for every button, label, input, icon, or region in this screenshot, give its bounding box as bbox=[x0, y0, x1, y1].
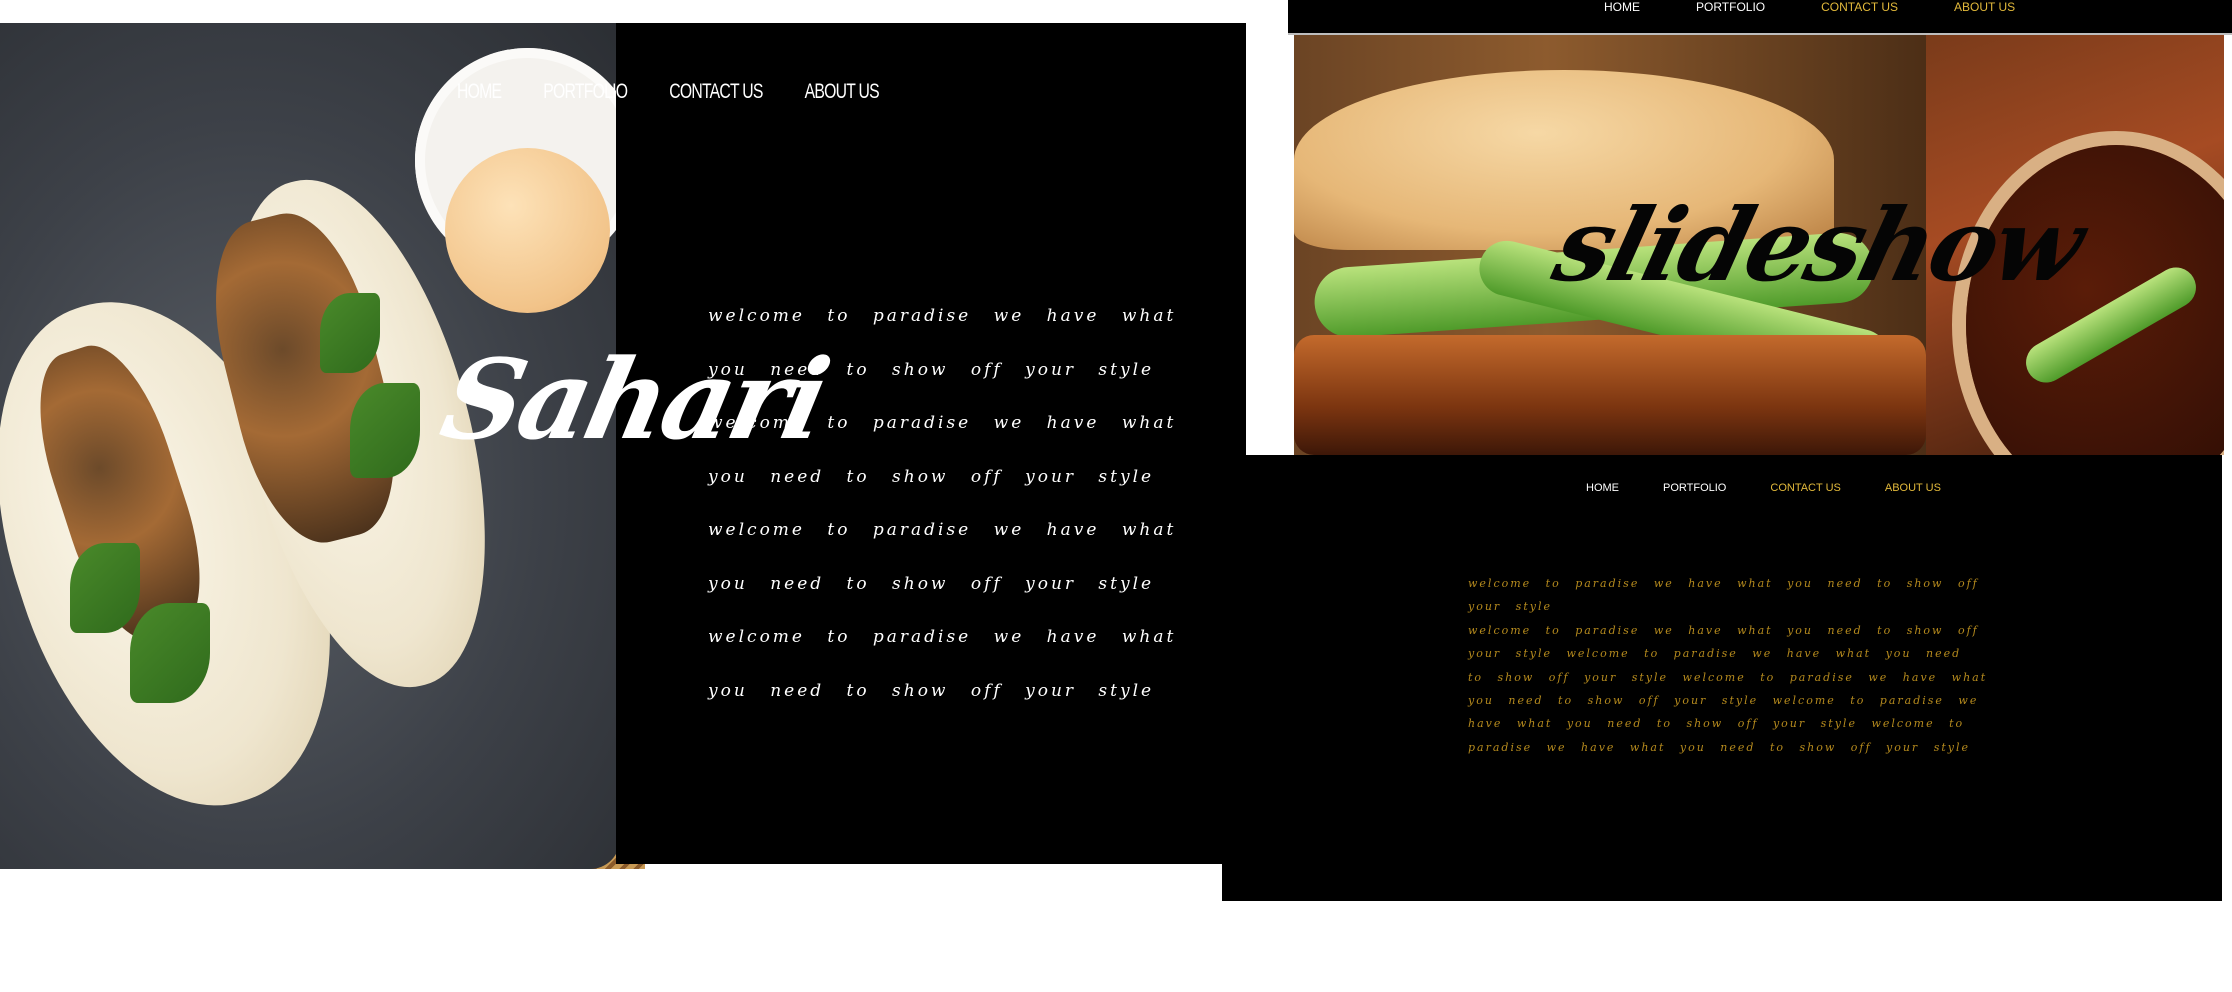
right-welcome-paragraph-2: welcome to paradise we have what you nee… bbox=[1468, 623, 1988, 754]
lower-nav-portfolio[interactable]: PORTFOLIO bbox=[1663, 482, 1726, 494]
top-nav-links: HOME PORTFOLIO CONTACT US ABOUT US bbox=[1604, 0, 2071, 15]
nav-portfolio[interactable]: PORTFOLIO bbox=[543, 80, 628, 104]
lower-nav-about-us[interactable]: ABOUT US bbox=[1885, 482, 1941, 494]
left-nav-bar: HOME PORTFOLIO CONTACT US ABOUT US bbox=[457, 80, 891, 104]
nav-contact-us[interactable]: CONTACT US bbox=[669, 80, 763, 104]
top-nav-home[interactable]: HOME bbox=[1604, 0, 1640, 15]
left-welcome-text: welcome to paradise we have what you nee… bbox=[708, 306, 1177, 701]
lower-nav-links: HOME PORTFOLIO CONTACT US ABOUT US bbox=[1586, 482, 1985, 494]
top-nav-about-us[interactable]: ABOUT US bbox=[1954, 0, 2015, 15]
slideshow-title: slideshow bbox=[1543, 186, 2094, 304]
nav-home[interactable]: HOME bbox=[457, 80, 502, 104]
right-welcome-text: welcome to paradise we have what you nee… bbox=[1468, 572, 1988, 759]
top-nav-portfolio[interactable]: PORTFOLIO bbox=[1696, 0, 1765, 15]
nav-about-us[interactable]: ABOUT US bbox=[805, 80, 880, 104]
lower-nav-home[interactable]: HOME bbox=[1586, 482, 1619, 494]
lower-nav-contact-us[interactable]: CONTACT US bbox=[1770, 482, 1841, 494]
right-welcome-paragraph-1: welcome to paradise we have what you nee… bbox=[1468, 577, 1979, 614]
top-nav-contact-us[interactable]: CONTACT US bbox=[1821, 0, 1898, 15]
